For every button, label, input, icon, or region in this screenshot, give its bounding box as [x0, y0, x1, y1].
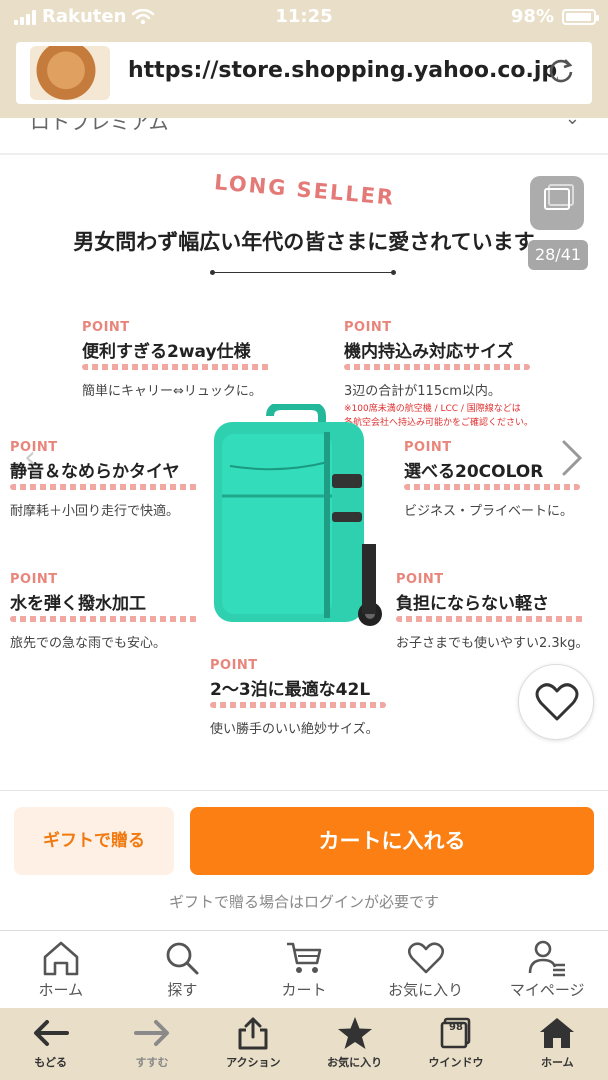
gallery-icon[interactable]: [530, 176, 584, 230]
favorite-button[interactable]: [518, 664, 594, 740]
headline-underline: [210, 270, 396, 275]
purchase-bar: ギフトで贈る カートに入れる ギフトで贈る場合はログインが必要です: [0, 790, 608, 930]
tab-label: ホーム: [38, 981, 84, 999]
browser-toolbar: もどる すすむ アクション お気に入り 98 ウインドウ ホーム: [0, 1008, 608, 1080]
address-bar[interactable]: https://store.shopping.yahoo.co.jp/pr...: [16, 42, 592, 104]
toolbar-label: お気に入り: [327, 1056, 383, 1069]
wavy-underline: [10, 484, 198, 490]
point-title: 静音＆なめらかタイヤ: [10, 462, 180, 482]
tab-home[interactable]: ホーム: [0, 931, 122, 1008]
toolbar-label: ホーム: [540, 1056, 574, 1069]
browser-header: Rakuten 11:25 98% https://store.shopping…: [0, 0, 608, 118]
wavy-underline: [404, 484, 580, 490]
star-icon: [337, 1017, 372, 1049]
point-desc: 簡単にキャリー⇔リュックに。: [82, 384, 262, 399]
battery-icon: [562, 8, 599, 25]
tab-search[interactable]: 探す: [122, 931, 244, 1008]
toolbar-label: アクション: [226, 1056, 281, 1069]
wavy-underline: [344, 364, 530, 370]
tab-label: お気に入り: [388, 981, 464, 999]
reload-icon[interactable]: [546, 56, 576, 86]
forward-arrow-icon: [133, 1020, 169, 1046]
bottom-tab-nav: ホーム 探す カート お気に入り マイページ: [0, 930, 608, 1008]
divider: [0, 153, 608, 155]
point-title: 負担にならない軽さ: [396, 594, 549, 614]
battery-group: 98%: [510, 6, 599, 27]
tab-cart[interactable]: カート: [243, 931, 365, 1008]
wavy-underline: [396, 616, 586, 622]
point-desc: 旅先での急な雨でも安心。: [10, 636, 167, 651]
page-headline: 男女問わず幅広い年代の皆さまに愛されています: [73, 230, 535, 254]
tab-label: カート: [281, 981, 327, 999]
heart-icon: [535, 683, 579, 721]
cropped-row-text: ロトプレミアム: [30, 118, 169, 132]
toolbar-windows[interactable]: 98 ウインドウ: [405, 1008, 506, 1080]
login-note: ギフトで贈る場合はログインが必要です: [168, 893, 439, 911]
heart-icon: [407, 942, 444, 974]
point-20-colors: POINT 選べる20COLOR ビジネス・プライベートに。: [404, 440, 580, 519]
point-42l: POINT 2〜3泊に最適な42L 使い勝手のいい絶妙サイズ。: [210, 658, 386, 737]
point-desc: 3辺の合計が115cm以内。: [344, 384, 501, 399]
url-text[interactable]: https://store.shopping.yahoo.co.jp/pr...: [128, 58, 558, 83]
toolbar-forward[interactable]: すすむ: [101, 1008, 202, 1080]
cat-avatar-image: [30, 46, 110, 100]
long-seller-badge: LONG SELLER: [180, 170, 430, 218]
toolbar-back[interactable]: もどる: [0, 1008, 101, 1080]
wavy-underline: [10, 616, 198, 622]
point-title: 2〜3泊に最適な42L: [210, 680, 371, 700]
toolbar-label: すすむ: [135, 1056, 169, 1069]
wavy-underline: [82, 364, 270, 370]
point-water-repellent: POINT 水を弾く撥水加工 旅先での急な雨でも安心。: [10, 572, 198, 651]
point-2way: POINT 便利すぎる2way仕様 簡単にキャリー⇔リュックに。: [82, 320, 270, 399]
long-seller-text: LONG SELLER: [213, 170, 397, 210]
toolbar-label: もどる: [34, 1056, 68, 1069]
toolbar-action[interactable]: アクション: [203, 1008, 304, 1080]
point-tag: POINT: [82, 320, 130, 335]
toolbar-home[interactable]: ホーム: [507, 1008, 608, 1080]
point-tag: POINT: [210, 658, 258, 673]
point-title: 機内持込み対応サイズ: [344, 342, 514, 362]
home-icon: [540, 1018, 575, 1048]
point-lightweight: POINT 負担にならない軽さ お子さまでも使いやすい2.3kg。: [396, 572, 588, 651]
suitcase-image: [214, 404, 382, 626]
chevron-down-icon: ⌄: [564, 118, 580, 129]
tab-favorites[interactable]: お気に入り: [365, 931, 487, 1008]
point-desc: 使い勝手のいい絶妙サイズ。: [210, 722, 379, 737]
gift-button[interactable]: ギフトで贈る: [14, 807, 174, 875]
user-icon: [528, 940, 566, 977]
point-tag: POINT: [344, 320, 392, 335]
status-bar: Rakuten 11:25 98%: [0, 4, 608, 32]
gallery-prev-icon[interactable]: ‹: [24, 440, 36, 475]
image-counter: 28/41: [528, 240, 588, 270]
window-count: 98: [449, 1022, 463, 1033]
point-desc: ビジネス・プライベートに。: [404, 504, 574, 519]
search-icon: [166, 942, 199, 975]
toolbar-bookmarks[interactable]: お気に入り: [304, 1008, 405, 1080]
point-desc: 耐摩耗＋小回り走行で快適。: [10, 504, 180, 519]
point-tag: POINT: [10, 440, 58, 455]
point-tag: POINT: [404, 440, 452, 455]
wavy-underline: [210, 702, 386, 708]
share-icon: [238, 1017, 268, 1050]
gallery-next-icon[interactable]: [556, 438, 586, 478]
point-title: 選べる20COLOR: [404, 462, 544, 482]
battery-percent: 98%: [510, 6, 554, 27]
tab-mypage[interactable]: マイページ: [486, 931, 608, 1008]
toolbar-label: ウインドウ: [428, 1056, 484, 1069]
tab-label: 探す: [167, 981, 198, 999]
cart-icon: [286, 942, 322, 973]
cropped-row: ロトプレミアム ⌄: [30, 118, 590, 132]
add-to-cart-button[interactable]: カートに入れる: [190, 807, 594, 875]
point-desc: お子さまでも使いやすい2.3kg。: [396, 636, 589, 651]
tab-label: マイページ: [509, 981, 585, 999]
point-tag: POINT: [396, 572, 444, 587]
point-tag: POINT: [10, 572, 58, 587]
point-quiet-wheels: POINT 静音＆なめらかタイヤ 耐摩耗＋小回り走行で快適。: [10, 440, 198, 519]
point-title: 便利すぎる2way仕様: [82, 342, 251, 362]
back-arrow-icon: [33, 1020, 69, 1046]
point-title: 水を弾く撥水加工: [10, 594, 146, 614]
home-icon: [43, 941, 79, 976]
